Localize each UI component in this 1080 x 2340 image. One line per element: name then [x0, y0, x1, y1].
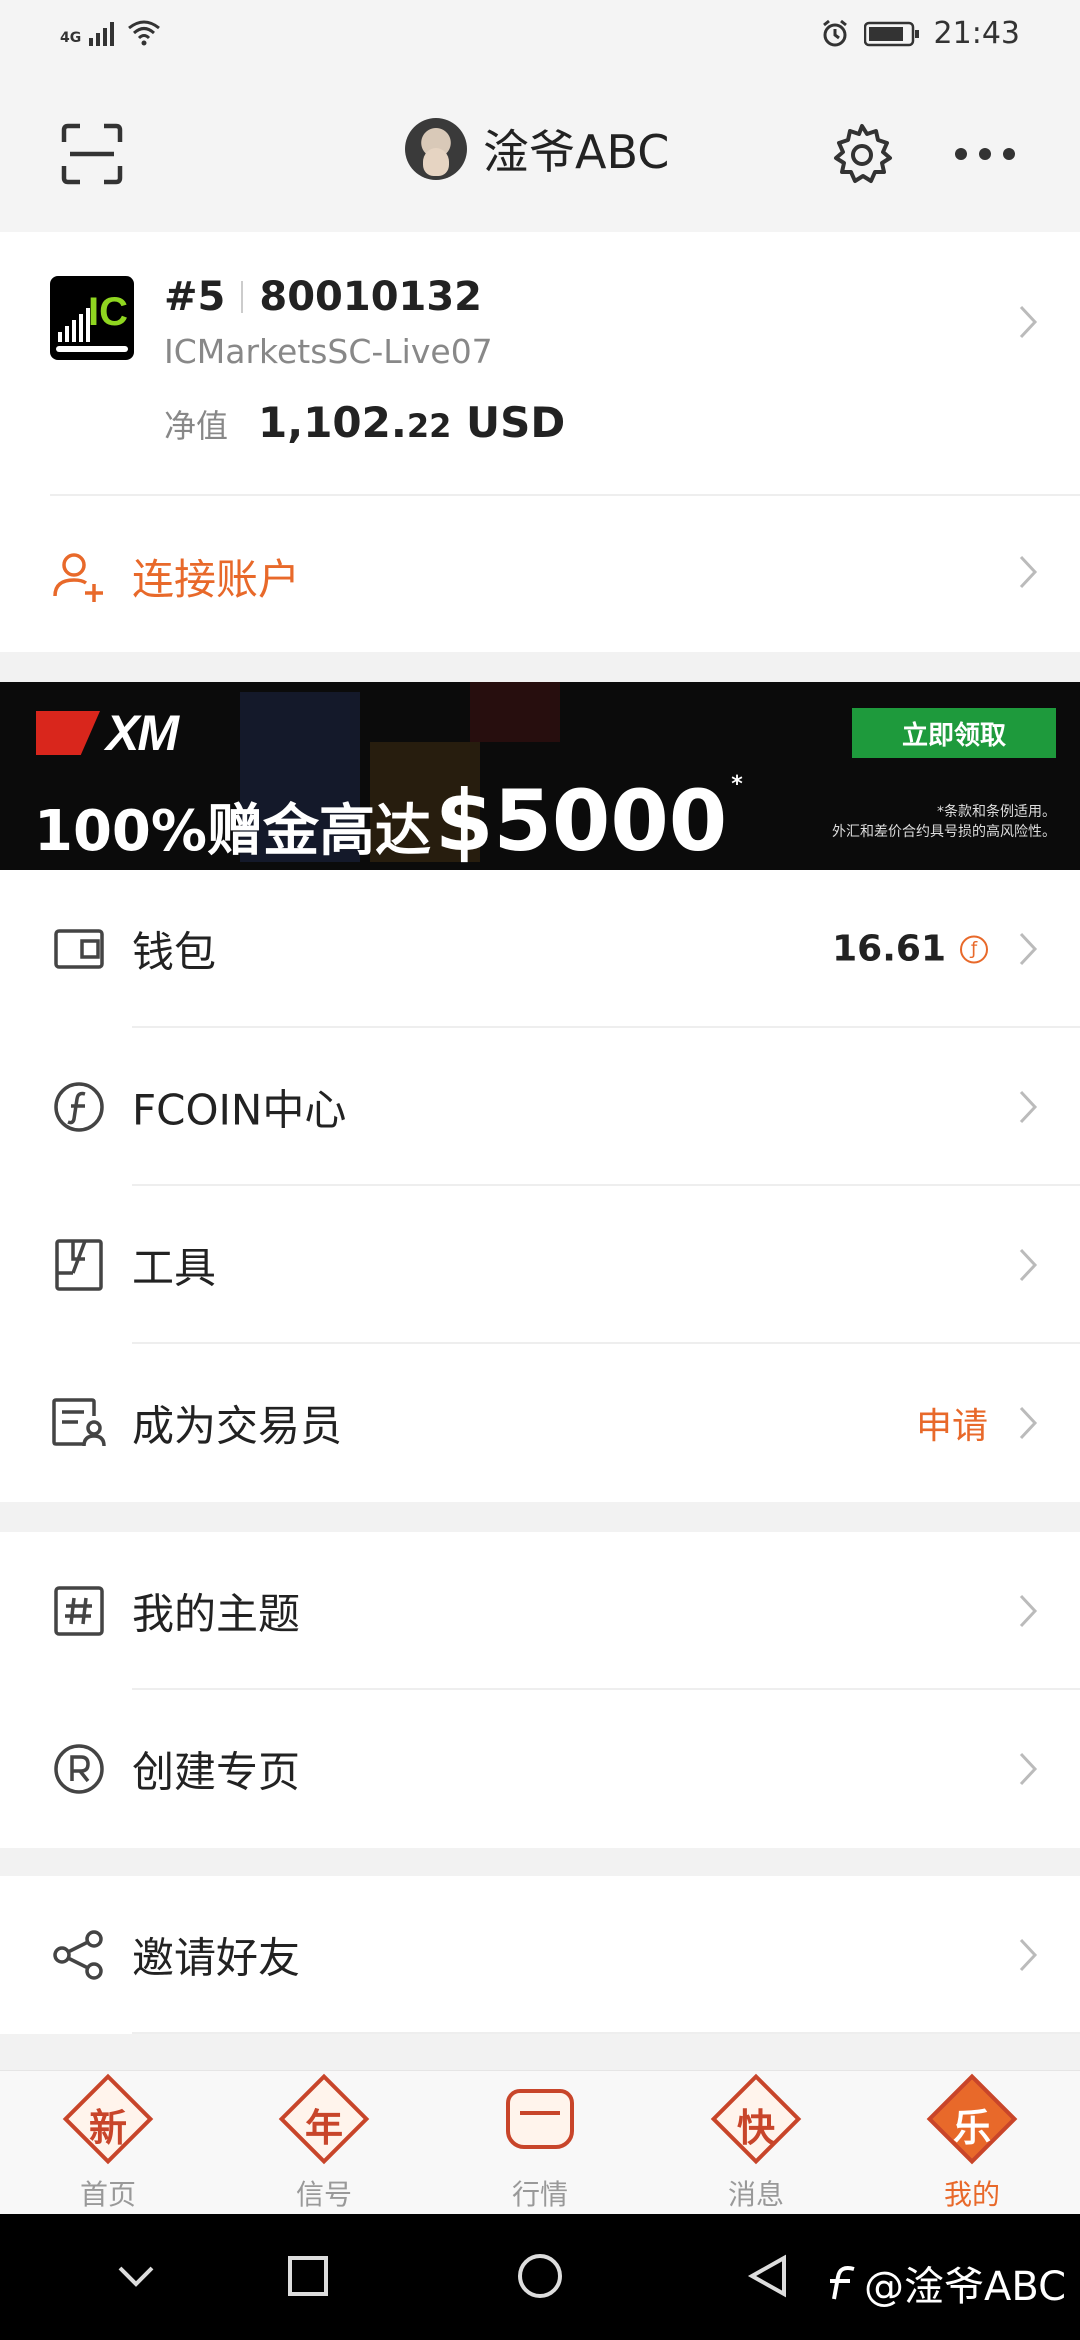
- apply-action-wrap: 申请: [916, 1397, 988, 1449]
- battery-icon: [863, 21, 919, 46]
- menu-item-invite-friends[interactable]: 邀请好友: [0, 1876, 1080, 2034]
- chevron-right-icon: [1019, 932, 1038, 966]
- broker-logo: IC: [50, 276, 134, 360]
- menu-item-tools[interactable]: 工具: [0, 1186, 1080, 1344]
- chevron-right-icon: [1019, 1594, 1038, 1628]
- tab-home[interactable]: 新 首页: [0, 2071, 216, 2214]
- username: 淦爷ABC: [483, 125, 670, 179]
- watermark-logo-icon: [829, 2266, 855, 2300]
- system-navigation-bar: @淦爷ABC: [0, 2214, 1080, 2340]
- gear-icon[interactable]: [830, 122, 894, 186]
- alarm-icon: [822, 19, 847, 46]
- avatar[interactable]: [405, 118, 467, 180]
- registered-icon: [52, 1742, 106, 1796]
- network-type: 4G: [60, 30, 82, 46]
- xm-logo-mark: [36, 711, 100, 755]
- watermark: @淦爷ABC: [826, 2254, 1066, 2312]
- share-icon: [52, 1928, 106, 1982]
- chevron-right-icon: [1019, 1248, 1038, 1282]
- tab-label: 行情: [511, 2178, 568, 2211]
- equity-value: 1,102.22 USD: [258, 398, 566, 447]
- become-trader-label: 成为交易员: [132, 1401, 343, 1451]
- tools-label: 工具: [132, 1243, 217, 1293]
- promo-banner[interactable]: XM 100%赠金高达 $5000 * 立即领取 *条款和条例适用。 外汇和差价…: [0, 682, 1080, 870]
- wallet-label: 钱包: [132, 927, 217, 977]
- menu-section-account: 钱包 16.61 ƒ FCOIN中心 工具 成为交易员 申请: [0, 870, 1080, 1502]
- scan-icon[interactable]: [60, 122, 124, 186]
- status-bar: 4G 21:43: [0, 0, 1080, 72]
- banner-terms: *条款和条例适用。 外汇和差价合约具号损的高风险性。: [832, 804, 1056, 840]
- account-rank: #5: [164, 274, 226, 320]
- menu-item-my-topics[interactable]: 我的主题: [0, 1532, 1080, 1690]
- tab-label: 首页: [79, 2178, 136, 2211]
- signal-icon: [89, 22, 115, 46]
- profile-header[interactable]: 淦爷ABC: [405, 116, 669, 182]
- account-card[interactable]: IC #5 80010132 ICMarketsSC-Live07 净值 1,1…: [0, 232, 1080, 652]
- tab-label: 我的: [943, 2178, 1000, 2211]
- my-topics-label: 我的主题: [132, 1589, 301, 1639]
- home-button[interactable]: [516, 2254, 564, 2302]
- tab-label: 消息: [727, 2178, 784, 2211]
- equity: 净值 1,102.22 USD: [164, 398, 565, 447]
- fcoin-label: FCOIN中心: [132, 1085, 347, 1135]
- xm-logo: XM: [36, 704, 179, 762]
- tab-market[interactable]: 行情: [432, 2071, 648, 2214]
- chevron-right-icon: [1019, 1752, 1038, 1786]
- tab-me[interactable]: 乐 我的: [864, 2071, 1080, 2214]
- menu-item-become-trader[interactable]: 成为交易员 申请: [0, 1344, 1080, 1502]
- claim-button[interactable]: 立即领取: [852, 708, 1056, 758]
- market-tab-icon: [506, 2089, 574, 2149]
- chevron-right-icon: [1019, 305, 1038, 339]
- connect-account-row[interactable]: 连接账户: [0, 496, 1080, 652]
- chevron-right-icon: [1019, 1090, 1038, 1124]
- menu-item-fcoin[interactable]: FCOIN中心: [0, 1028, 1080, 1186]
- tools-icon: [52, 1238, 106, 1292]
- back-button[interactable]: [746, 2254, 790, 2298]
- chevron-down-icon[interactable]: [114, 2254, 158, 2298]
- wallet-icon: [52, 922, 106, 976]
- status-right: 21:43: [820, 16, 1020, 51]
- tab-signals[interactable]: 年 信号: [216, 2071, 432, 2214]
- promo-text: 100%赠金高达 $5000 *: [34, 772, 743, 870]
- clock: 21:43: [933, 16, 1020, 51]
- wifi-icon: [128, 20, 161, 46]
- menu-item-create-page[interactable]: 创建专页: [0, 1690, 1080, 1848]
- connect-account-label: 连接账户: [132, 555, 301, 604]
- recent-apps-button[interactable]: [286, 2254, 330, 2298]
- chevron-right-icon: [1019, 1938, 1038, 1972]
- tab-label: 信号: [295, 2178, 352, 2211]
- tab-messages[interactable]: 快 消息: [648, 2071, 864, 2214]
- account-number: 80010132: [259, 274, 483, 320]
- fcoin-center-icon: [52, 1080, 106, 1134]
- menu-section-social: 邀请好友: [0, 1876, 1080, 2034]
- hashtag-icon: [52, 1584, 106, 1638]
- app-header: 淦爷ABC: [0, 72, 1080, 232]
- equity-label: 净值: [164, 407, 229, 445]
- trader-icon: [52, 1396, 106, 1450]
- wallet-balance: 16.61 ƒ: [832, 929, 988, 970]
- network-indicators: 4G: [60, 18, 161, 46]
- account-id-line: #5 80010132: [164, 274, 482, 320]
- chevron-right-icon: [1019, 555, 1038, 589]
- more-menu-icon[interactable]: [955, 148, 1015, 160]
- add-user-icon: [53, 553, 103, 602]
- account-server: ICMarketsSC-Live07: [164, 332, 493, 371]
- menu-item-wallet[interactable]: 钱包 16.61 ƒ: [0, 870, 1080, 1028]
- create-page-label: 创建专页: [132, 1747, 301, 1797]
- invite-friends-label: 邀请好友: [132, 1933, 301, 1983]
- bottom-tab-bar: 新 首页 年 信号 行情 快 消息 乐 我的: [0, 2070, 1080, 2214]
- fcoin-icon: ƒ: [960, 935, 988, 963]
- apply-link[interactable]: 申请: [916, 1397, 988, 1449]
- chevron-right-icon: [1019, 1406, 1038, 1440]
- menu-section-content: 我的主题 创建专页: [0, 1532, 1080, 1848]
